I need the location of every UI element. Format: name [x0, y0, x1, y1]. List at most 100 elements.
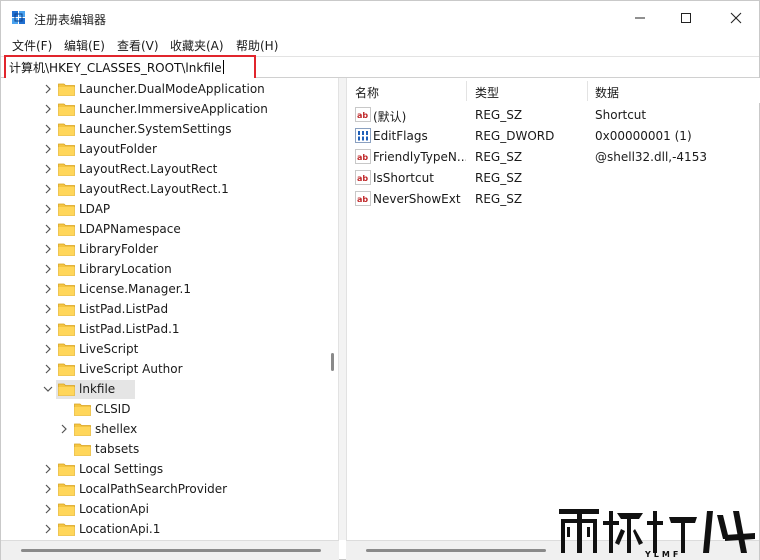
folder-icon [58, 263, 75, 276]
close-button[interactable] [713, 1, 759, 35]
tree-item-ldapnamespace[interactable]: LDAPNamespace [1, 219, 321, 239]
folder-icon [58, 283, 75, 296]
tree-item-label: Local Settings [79, 462, 164, 476]
chevron-down-icon[interactable] [43, 383, 53, 395]
value-type: REG_SZ [475, 150, 523, 164]
tree-hscroll-thumb[interactable] [21, 549, 321, 552]
key-tree-pane[interactable]: Launcher.DualModeApplication Launcher.Imm… [1, 78, 339, 540]
chevron-right-icon[interactable] [43, 163, 53, 175]
menu-bar: 文件(F) 编辑(E) 查看(V) 收藏夹(A) 帮助(H) [1, 35, 759, 55]
tree-horizontal-scrollbar[interactable] [1, 540, 339, 560]
value-row[interactable]: ab IsShortcut REG_SZ [347, 167, 760, 188]
value-type: REG_SZ [475, 171, 523, 185]
tree-item-livescript[interactable]: LiveScript [1, 339, 321, 359]
tree-item-label: LiveScript Author [79, 362, 183, 376]
tree-item-libraryfolder[interactable]: LibraryFolder [1, 239, 321, 259]
folder-icon [58, 303, 75, 316]
tree-item-label: CLSID [95, 402, 131, 416]
tree-item-ldap[interactable]: LDAP [1, 199, 321, 219]
chevron-right-icon[interactable] [43, 263, 53, 275]
string-value-icon: ab [355, 170, 371, 185]
column-separator[interactable] [466, 81, 467, 101]
pane-splitter[interactable] [339, 78, 346, 540]
chevron-right-icon[interactable] [43, 243, 53, 255]
chevron-right-icon[interactable] [43, 183, 53, 195]
tree-item-launcher-immersiveapplication[interactable]: Launcher.ImmersiveApplication [1, 99, 321, 119]
column-separator[interactable] [587, 81, 588, 101]
folder-icon [58, 243, 75, 256]
folder-icon [58, 223, 75, 236]
folder-icon [58, 343, 75, 356]
value-row[interactable]: EditFlags REG_DWORD 0x00000001 (1) [347, 125, 760, 146]
tree-item-tabsets[interactable]: tabsets [1, 439, 321, 459]
value-row[interactable]: ab (默认) REG_SZ Shortcut [347, 104, 760, 125]
tree-item-label: LiveScript [79, 342, 139, 356]
chevron-right-icon[interactable] [43, 143, 53, 155]
tree-item-launcher-systemsettings[interactable]: Launcher.SystemSettings [1, 119, 321, 139]
folder-icon [58, 483, 75, 496]
chevron-right-icon[interactable] [43, 363, 53, 375]
menu-edit[interactable]: 编辑(E) [64, 37, 105, 54]
chevron-right-icon[interactable] [43, 483, 53, 495]
tree-item-label: shellex [95, 422, 138, 436]
folder-icon [58, 183, 75, 196]
folder-icon [58, 203, 75, 216]
value-data: @shell32.dll,-4153 [595, 150, 707, 164]
tree-item-label: LayoutRect.LayoutRect [79, 162, 218, 176]
tree-item-locationapi[interactable]: LocationApi [1, 499, 321, 519]
tree-item-listpad-listpad-1[interactable]: ListPad.ListPad.1 [1, 319, 321, 339]
column-header-name[interactable]: 名称 [355, 84, 379, 101]
tree-item-librarylocation[interactable]: LibraryLocation [1, 259, 321, 279]
tree-item-layoutfolder[interactable]: LayoutFolder [1, 139, 321, 159]
tree-item-listpad-listpad[interactable]: ListPad.ListPad [1, 299, 321, 319]
value-row[interactable]: ab NeverShowExt REG_SZ [347, 188, 760, 209]
title-bar[interactable]: 注册表编辑器 [1, 1, 759, 35]
chevron-right-icon[interactable] [43, 123, 53, 135]
folder-icon [58, 463, 75, 476]
tree-item-launcher-dualmodeapplication[interactable]: Launcher.DualModeApplication [1, 79, 321, 99]
chevron-right-icon[interactable] [43, 283, 53, 295]
tree-item-shellex[interactable]: shellex [1, 419, 321, 439]
column-header-type[interactable]: 类型 [475, 84, 499, 101]
column-header-data[interactable]: 数据 [595, 84, 619, 101]
menu-help[interactable]: 帮助(H) [236, 37, 278, 54]
window-title: 注册表编辑器 [34, 13, 107, 27]
tree-item-layoutrect-layoutrect[interactable]: LayoutRect.LayoutRect [1, 159, 321, 179]
menu-view[interactable]: 查看(V) [117, 37, 159, 54]
tree-item-local-settings[interactable]: Local Settings [1, 459, 321, 479]
chevron-right-icon[interactable] [43, 303, 53, 315]
values-list-pane[interactable]: 名称 类型 数据 ab (默认) REG_SZ Shortcut EditFlags RE… [346, 78, 760, 540]
tree-item-label: LibraryFolder [79, 242, 159, 256]
value-row[interactable]: ab FriendlyTypeN... REG_SZ @shell32.dll,-41… [347, 146, 760, 167]
tree-scrollbar-thumb[interactable] [331, 353, 334, 371]
close-icon [730, 12, 742, 24]
tree-item-localpathsearchprovider[interactable]: LocalPathSearchProvider [1, 479, 321, 499]
chevron-right-icon[interactable] [43, 203, 53, 215]
chevron-right-icon[interactable] [43, 83, 53, 95]
chevron-right-icon[interactable] [43, 523, 53, 535]
chevron-right-icon[interactable] [43, 343, 53, 355]
tree-item-label: LocationApi.1 [79, 522, 161, 536]
values-hscroll-thumb[interactable] [366, 549, 546, 552]
tree-item-livescript-author[interactable]: LiveScript Author [1, 359, 321, 379]
address-path: 计算机\HKEY_CLASSES_ROOT\lnkfile [9, 61, 222, 75]
value-name: NeverShowExt [373, 192, 461, 206]
maximize-icon [681, 13, 691, 23]
chevron-right-icon[interactable] [43, 223, 53, 235]
chevron-right-icon[interactable] [59, 423, 69, 435]
menu-favorites[interactable]: 收藏夹(A) [170, 37, 224, 54]
tree-item-license-manager-1[interactable]: License.Manager.1 [1, 279, 321, 299]
tree-item-lnkfile[interactable]: lnkfile [1, 379, 321, 399]
chevron-right-icon[interactable] [43, 503, 53, 515]
chevron-right-icon[interactable] [43, 463, 53, 475]
value-name: IsShortcut [373, 171, 434, 185]
chevron-right-icon[interactable] [43, 323, 53, 335]
folder-icon [74, 423, 91, 436]
chevron-right-icon[interactable] [43, 103, 53, 115]
tree-item-layoutrect-layoutrect-1[interactable]: LayoutRect.LayoutRect.1 [1, 179, 321, 199]
tree-item-clsid[interactable]: CLSID [1, 399, 321, 419]
maximize-button[interactable] [663, 1, 709, 35]
menu-file[interactable]: 文件(F) [12, 37, 52, 54]
tree-item-locationapi-1[interactable]: LocationApi.1 [1, 519, 321, 539]
minimize-button[interactable] [617, 1, 663, 35]
